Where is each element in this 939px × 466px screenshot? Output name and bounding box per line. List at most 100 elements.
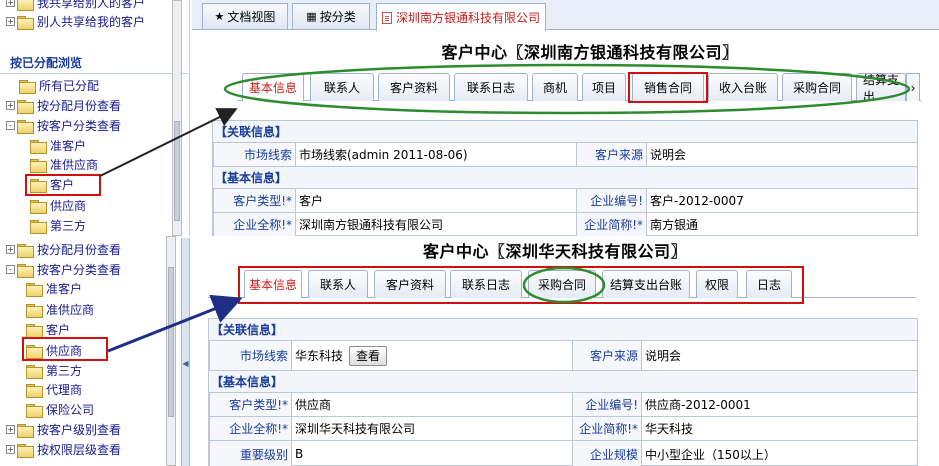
view-button[interactable]: 查看 [349, 345, 388, 366]
field-label-full-name: 企业全称!* [209, 417, 292, 440]
tree-item-label: 按分配月份查看 [37, 99, 122, 113]
tree-item-insurance[interactable]: 保险公司 [26, 400, 94, 419]
tree-item-shared-to-me[interactable]: + 别人共享给我的客户 [6, 12, 145, 31]
field-label-customer-type: 客户类型!* [209, 393, 292, 416]
folder-icon [17, 423, 34, 438]
field-value-full-name: 深圳南方银通科技有限公司 [299, 218, 444, 232]
form-top: 【关联信息】 市场线索 市场线索(admin 2011-08-06) 客户来源 … [212, 120, 918, 237]
tree-item-supplier[interactable]: 供应商 [30, 196, 86, 215]
form-row: 市场线索 市场线索(admin 2011-08-06) 客户来源 说明会 [213, 143, 917, 167]
tree-item-shared-to-others[interactable]: + 我共享给别人的客户 [6, 0, 145, 12]
tab-label: 深圳南方银通科技有限公司 [395, 11, 540, 25]
tree-scrollbar[interactable] [166, 236, 176, 466]
category-tree-top: + 我共享给别人的客户 + 别人共享给我的客户 按已分配浏览 所有已分配 + 按… [0, 0, 190, 236]
tree-item-prospect-supplier[interactable]: 准供应商 [26, 300, 94, 319]
tree-item-third-party[interactable]: 第三方 [30, 216, 86, 235]
tab-basic-info[interactable]: 基本信息 [242, 73, 304, 101]
folder-icon [26, 323, 43, 338]
form-row: 市场线索 华东科技 查看 客户来源 说明会 [209, 341, 917, 371]
tree-item-by-month[interactable]: + 按分配月份查看 [6, 96, 121, 115]
form-row: 企业全称!* 深圳华天科技有限公司 企业简称!* 华天科技 [209, 417, 917, 441]
tab-label: 按分类 [319, 10, 356, 24]
tree-item-by-month[interactable]: + 按分配月份查看 [6, 240, 121, 259]
tree-item-label: 准供应商 [46, 303, 95, 317]
field-label-market-lead: 市场线索 [213, 143, 296, 166]
tab-by-category[interactable]: ▦ 按分类 [292, 3, 370, 29]
field-label-importance: 重要级别 [209, 441, 292, 466]
expand-icon[interactable]: + [6, 245, 15, 254]
section-band-basic: 【基本信息】 [213, 167, 917, 189]
folder-icon [30, 158, 47, 173]
section-header-assigned[interactable]: 按已分配浏览 [10, 54, 82, 71]
tree-item-label: 按客户级别查看 [37, 423, 122, 437]
field-value-short-name: 南方银通 [650, 218, 699, 232]
collapse-icon[interactable]: - [6, 265, 15, 274]
highlight-box-customer [25, 174, 101, 196]
expand-icon[interactable]: + [6, 425, 15, 434]
field-value-importance: B [295, 447, 304, 461]
tab-settlement[interactable]: 结算支出 [856, 73, 906, 101]
scrollbar-thumb[interactable] [168, 267, 174, 417]
field-label-customer-type: 客户类型!* [213, 189, 296, 212]
folder-icon [26, 383, 43, 398]
collapse-arrow-icon[interactable]: ◀ [182, 356, 189, 372]
tab-customer-files[interactable]: 客户资料 [378, 73, 450, 101]
field-label-company-id: 企业编号! [576, 189, 647, 212]
tab-company-nanfang[interactable]: 深圳南方银通科技有限公司 [376, 3, 546, 31]
tree-item-label: 供应商 [50, 199, 87, 213]
tree-item-label: 按权限层级查看 [37, 443, 122, 457]
tree-scrollbar[interactable] [172, 0, 182, 236]
tab-scroll-right-icon[interactable]: › [906, 73, 920, 101]
tree-item-agent[interactable]: 代理商 [26, 380, 82, 399]
tab-label: 文档视图 [227, 10, 276, 24]
field-value-market-lead: 市场线索(admin 2011-08-06) [299, 148, 468, 162]
folder-icon [30, 199, 47, 214]
tab-opportunity[interactable]: 商机 [532, 73, 578, 101]
form-bottom: 【关联信息】 市场线索 华东科技 查看 客户来源 说明会 【基本信息】 客户类型… [208, 318, 918, 466]
expand-icon[interactable]: + [6, 101, 15, 110]
tree-item-label: 客户 [46, 323, 71, 337]
form-row: 重要级别 B 企业规模 中小型企业（150以上） [209, 441, 917, 466]
field-label-short-name: 企业简称!* [576, 213, 647, 236]
expand-icon[interactable]: + [6, 17, 15, 26]
tab-document-view[interactable]: ★ 文档视图 [202, 3, 288, 29]
page-title-bottom: 客户中心〖深圳华天科技有限公司〗 [422, 242, 687, 261]
highlight-box-sales-contract [628, 72, 708, 103]
folder-open-icon [17, 263, 34, 278]
field-value-company-id: 供应商-2012-0001 [645, 398, 751, 412]
form-row: 客户类型!* 客户 企业编号! 客户-2012-0007 [213, 189, 917, 213]
scrollbar-thumb[interactable] [174, 121, 180, 221]
field-label-customer-source: 客户来源 [572, 341, 642, 370]
tree-item-label: 准客户 [50, 139, 87, 153]
tree-item-all-assigned[interactable]: 所有已分配 [19, 76, 99, 95]
tree-item-by-category[interactable]: - 按客户分类查看 [6, 116, 121, 135]
tab-contact-log[interactable]: 联系日志 [454, 73, 528, 101]
field-label-customer-source: 客户来源 [576, 143, 647, 166]
tree-item-label: 准客户 [46, 282, 83, 296]
tree-item-label: 按客户分类查看 [37, 119, 122, 133]
tree-item-by-category[interactable]: - 按客户分类查看 [6, 260, 121, 279]
field-value-customer-type: 供应商 [295, 398, 332, 412]
tree-item-by-level[interactable]: + 按客户级别查看 [6, 420, 121, 439]
panel-splitter[interactable]: ◀ [181, 238, 190, 466]
document-tab-bar: ★ 文档视图 ▦ 按分类 深圳南方银通科技有限公司 [192, 0, 939, 31]
expand-icon[interactable]: + [6, 445, 15, 454]
collapse-icon[interactable]: - [6, 121, 15, 130]
tab-project[interactable]: 项目 [582, 73, 626, 101]
tab-purchase-contract[interactable]: 采购合同 [782, 73, 852, 101]
expand-icon[interactable]: + [6, 0, 15, 7]
tree-item-label: 按分配月份查看 [37, 243, 122, 257]
folder-icon [17, 243, 34, 258]
tree-item-third-party[interactable]: 第三方 [26, 361, 82, 380]
tab-income-ledger[interactable]: 收入台账 [708, 73, 778, 101]
tab-contacts[interactable]: 联系人 [310, 73, 374, 101]
tree-item-prospect[interactable]: 准客户 [26, 279, 82, 298]
tree-item-by-permission[interactable]: + 按权限层级查看 [6, 440, 121, 459]
star-icon: ★ [214, 10, 225, 23]
tree-item-prospect[interactable]: 准客户 [30, 136, 86, 155]
folder-open-icon [17, 119, 34, 134]
tree-item-label: 第三方 [46, 364, 83, 378]
section-band-basic: 【基本信息】 [209, 371, 917, 393]
tree-item-prospect-supplier[interactable]: 准供应商 [30, 155, 98, 174]
folder-icon [19, 79, 36, 94]
